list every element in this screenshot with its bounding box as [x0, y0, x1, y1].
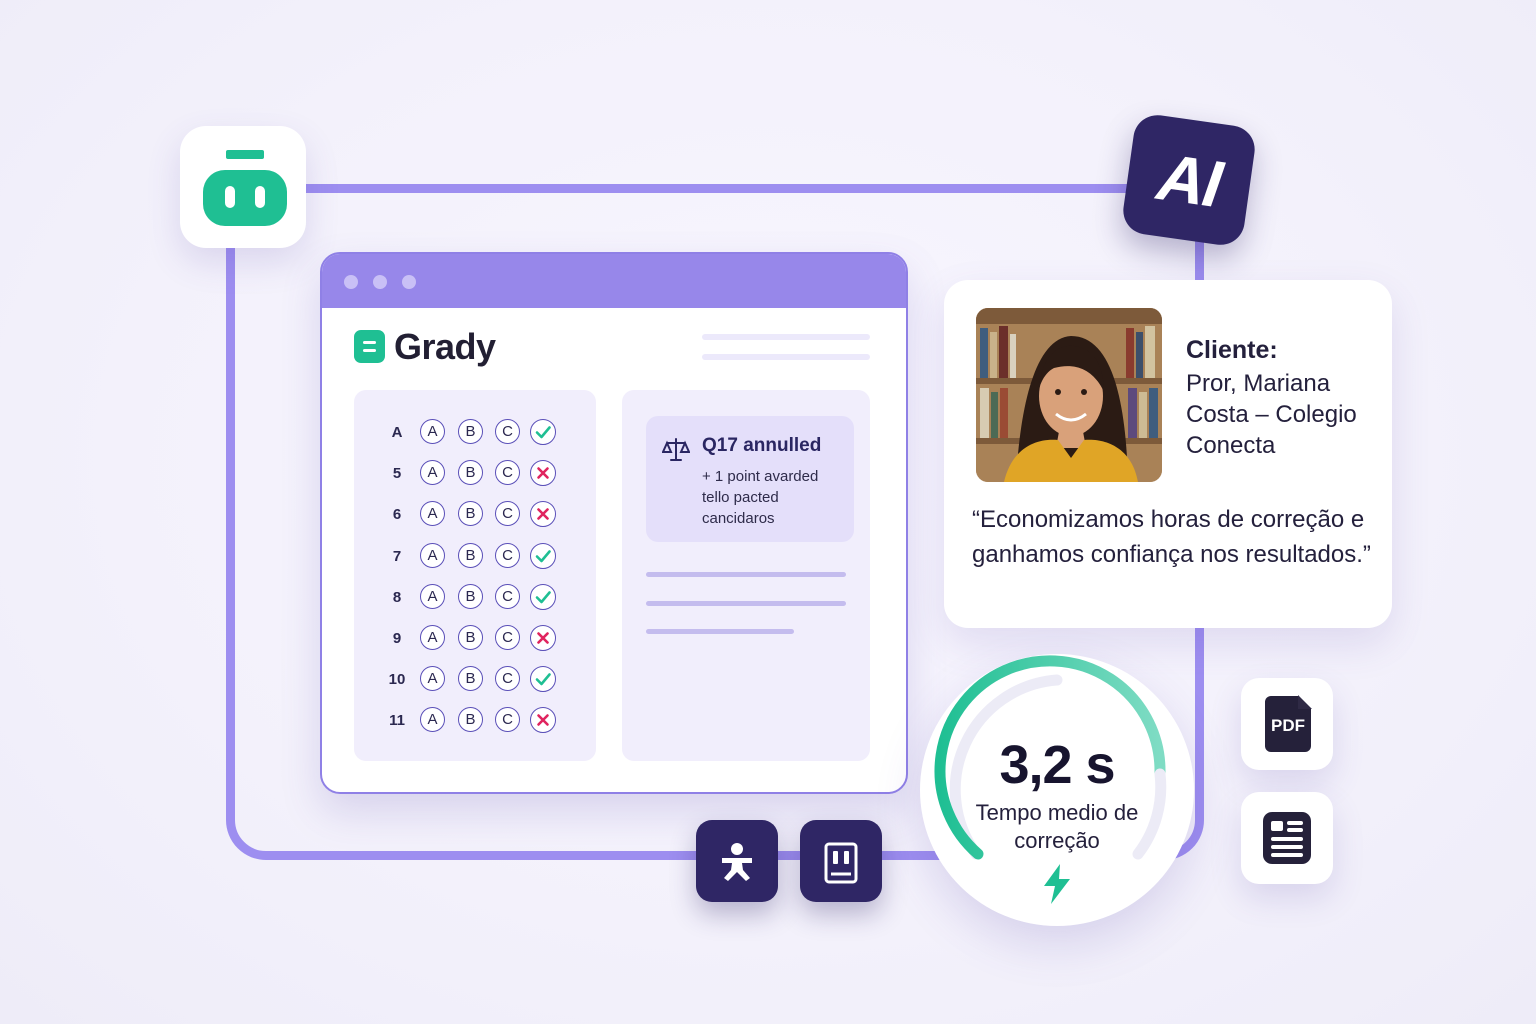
answer-option-bubble[interactable]: B	[458, 666, 483, 692]
question-number: 5	[392, 465, 402, 483]
answer-option-bubble[interactable]: B	[458, 501, 483, 527]
lightning-icon	[1044, 864, 1070, 904]
answer-option-bubble[interactable]: A	[420, 666, 445, 692]
answer-option-bubble[interactable]: A	[420, 501, 445, 527]
answer-row: AABC	[354, 417, 596, 447]
answer-option-bubble[interactable]: B	[458, 542, 483, 568]
window-titlebar	[322, 254, 906, 308]
question-number: 6	[392, 506, 402, 524]
ai-label: AI	[1153, 139, 1225, 221]
header-placeholder-line	[702, 354, 870, 360]
report-button[interactable]	[1241, 792, 1333, 884]
answer-option-bubble[interactable]: C	[495, 501, 520, 527]
check-icon	[530, 419, 556, 445]
robot-icon	[203, 150, 287, 226]
answer-row: 9 ABC	[354, 623, 596, 653]
answer-option-bubble[interactable]: B	[458, 419, 483, 444]
cross-icon	[530, 460, 556, 487]
window-dot-icon[interactable]	[373, 275, 387, 289]
detail-panel: Q17 annulled + 1 point avarded tello pac…	[622, 390, 870, 761]
window-dot-icon[interactable]	[402, 275, 416, 289]
header-placeholder-line	[702, 334, 870, 340]
robot-badge	[180, 126, 306, 248]
client-name: Pror, Mariana Costa – Colegio Conecta	[1186, 370, 1357, 459]
answer-row: 11 A B C	[354, 705, 596, 735]
notice-body: + 1 point avarded tello pacted cancidaro…	[702, 468, 819, 527]
check-icon	[530, 583, 556, 610]
annulment-notice: Q17 annulled + 1 point avarded tello pac…	[646, 416, 854, 542]
exam-sheet-icon	[824, 842, 858, 884]
check-icon	[530, 666, 556, 693]
gauge-label: Tempo medio de correção	[975, 800, 1139, 853]
answer-option-bubble[interactable]: C	[495, 625, 520, 650]
answer-row: 10 A B C	[354, 664, 596, 694]
brand-name: Grady	[394, 326, 496, 367]
answer-option-bubble[interactable]: A	[420, 625, 445, 650]
testimonial-quote: “Economizamos horas de correção e ganham…	[972, 506, 1371, 568]
answer-option-bubble[interactable]: C	[495, 707, 520, 733]
check-icon	[530, 542, 556, 569]
question-number: 7	[392, 547, 402, 565]
answer-option-bubble[interactable]: C	[495, 419, 520, 444]
question-number: 11	[389, 712, 405, 730]
gauge-value: 3,2 s	[999, 735, 1115, 795]
answer-option-bubble[interactable]: C	[495, 460, 520, 486]
question-number: 10	[388, 671, 406, 689]
testimonial-card: Cliente: Pror, Mariana Costa – Colegio C…	[944, 280, 1392, 628]
report-icon	[1263, 812, 1311, 864]
question-number: 8	[392, 588, 402, 606]
notice-title: Q17 annulled	[702, 435, 822, 456]
answer-option-bubble[interactable]: B	[458, 625, 483, 650]
pdf-label: PDF	[1271, 716, 1305, 735]
text-placeholder-line	[646, 572, 846, 577]
cross-icon	[530, 501, 556, 528]
scale-icon	[662, 438, 690, 461]
answer-option-bubble[interactable]: B	[458, 460, 483, 486]
answer-option-bubble[interactable]: B	[458, 583, 483, 609]
document-button[interactable]	[800, 820, 882, 902]
question-number: A	[391, 424, 403, 441]
answer-option-bubble[interactable]: C	[495, 542, 520, 568]
answer-row: 8ABC	[354, 582, 596, 612]
answer-option-bubble[interactable]: A	[420, 583, 445, 609]
grady-logo-icon	[354, 330, 385, 363]
answer-option-bubble[interactable]: A	[420, 707, 445, 733]
cross-icon	[530, 707, 556, 734]
window-dot-icon[interactable]	[344, 275, 358, 289]
answer-option-bubble[interactable]: C	[495, 583, 520, 609]
client-label: Cliente:	[1186, 336, 1278, 364]
answer-option-bubble[interactable]: A	[420, 460, 445, 486]
pdf-icon: PDF	[1265, 695, 1312, 752]
answer-option-bubble[interactable]: A	[420, 419, 445, 444]
answer-option-bubble[interactable]: B	[458, 707, 483, 733]
answer-sheet: A A B C 5 A B C 6 A B C 7 A B C 8 A B C 9 A B C 10 A B C 11 A B C	[354, 390, 596, 761]
question-number: 9	[392, 630, 402, 647]
answer-row: 6ABC	[354, 499, 596, 529]
text-placeholder-line	[646, 629, 794, 634]
cross-icon	[530, 625, 556, 651]
answer-option-bubble[interactable]: C	[495, 666, 520, 692]
ai-badge: AI	[1120, 112, 1258, 248]
accessibility-icon	[722, 843, 752, 881]
answer-option-bubble[interactable]: A	[420, 542, 445, 568]
grading-time-gauge: 3,2 s Tempo medio de correção	[920, 654, 1194, 926]
client-photo	[976, 308, 1162, 482]
app-window: Grady A A B C 5 A B C 6 A B C 7 A B C 8 A B C 9 A B C 10 A B C 11 A B C…	[320, 252, 908, 794]
answer-row: 5ABC	[354, 458, 596, 488]
answer-row: 7ABC	[354, 541, 596, 571]
text-placeholder-line	[646, 601, 846, 606]
accessibility-button[interactable]	[696, 820, 778, 902]
pdf-export-button[interactable]: PDF	[1241, 678, 1333, 770]
